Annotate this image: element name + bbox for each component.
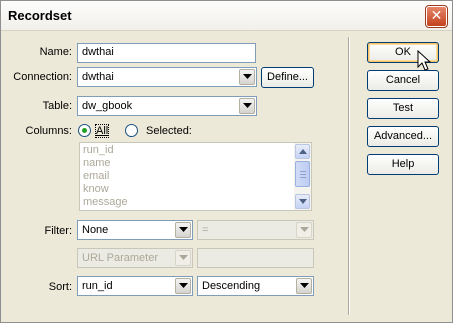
name-input[interactable]: dwthai [77,43,256,63]
cancel-button[interactable]: Cancel [367,70,439,91]
filter-column-select[interactable]: None [77,220,193,240]
chevron-down-icon[interactable] [175,278,191,294]
list-item[interactable]: name [83,157,128,170]
sort-order-value: Descending [202,280,261,292]
help-button[interactable]: Help [367,154,439,175]
dialog-title: Recordset [8,8,72,23]
sort-order-select[interactable]: Descending [197,276,314,296]
scroll-thumb[interactable] [295,161,310,187]
chevron-down-icon[interactable] [239,69,255,85]
advanced-button[interactable]: Advanced... [367,126,439,147]
filter-source-select: URL Parameter [77,248,193,268]
chevron-down-icon[interactable] [175,222,191,238]
define-button[interactable]: Define... [261,67,314,88]
list-item[interactable]: know [83,183,128,196]
sort-column-value: run_id [82,280,113,292]
close-icon: ✕ [430,8,443,24]
chevron-down-icon[interactable] [239,98,255,114]
list-item[interactable]: message [83,196,128,209]
chevron-down-icon[interactable] [296,278,312,294]
test-button[interactable]: Test [367,98,439,119]
title-bar[interactable]: Recordset ✕ [1,1,452,31]
filter-param-input [197,248,314,268]
filter-label: Filter: [44,225,73,237]
sort-column-select[interactable]: run_id [77,276,193,296]
chevron-down-icon [175,250,191,266]
vertical-divider [348,37,350,315]
table-label: Table: [42,100,72,112]
recordset-dialog: Recordset ✕ Name: dwthai Connection: dwt… [0,0,453,323]
connection-select[interactable]: dwthai [77,67,257,87]
table-select[interactable]: dw_gbook [77,96,257,116]
sort-label: Sort: [48,281,72,293]
columns-listbox[interactable]: run_id name email know message [79,142,312,211]
columns-selected-label[interactable]: Selected: [146,125,192,137]
table-value: dw_gbook [82,100,133,112]
connection-label: Connection: [13,71,72,83]
columns-all-radio[interactable] [78,124,91,137]
columns-label: Columns: [25,125,72,137]
columns-all-label[interactable]: All [94,124,110,138]
filter-source-value: URL Parameter [82,252,159,264]
connection-value: dwthai [82,71,114,83]
columns-selected-radio[interactable] [125,124,138,137]
scroll-up-icon[interactable] [295,144,310,159]
name-label: Name: [39,46,72,58]
close-button[interactable]: ✕ [425,5,448,28]
mouse-pointer-icon [417,50,431,71]
filter-value: None [82,224,109,236]
list-item[interactable]: run_id [83,144,128,157]
list-scrollbar[interactable] [294,143,311,210]
list-item[interactable]: email [83,170,128,183]
filter-operator-select: = [197,220,314,240]
radio-selected-dot [82,128,87,133]
chevron-down-icon [296,222,312,238]
filter-operator-value: = [202,224,209,236]
scroll-down-icon[interactable] [295,194,310,209]
